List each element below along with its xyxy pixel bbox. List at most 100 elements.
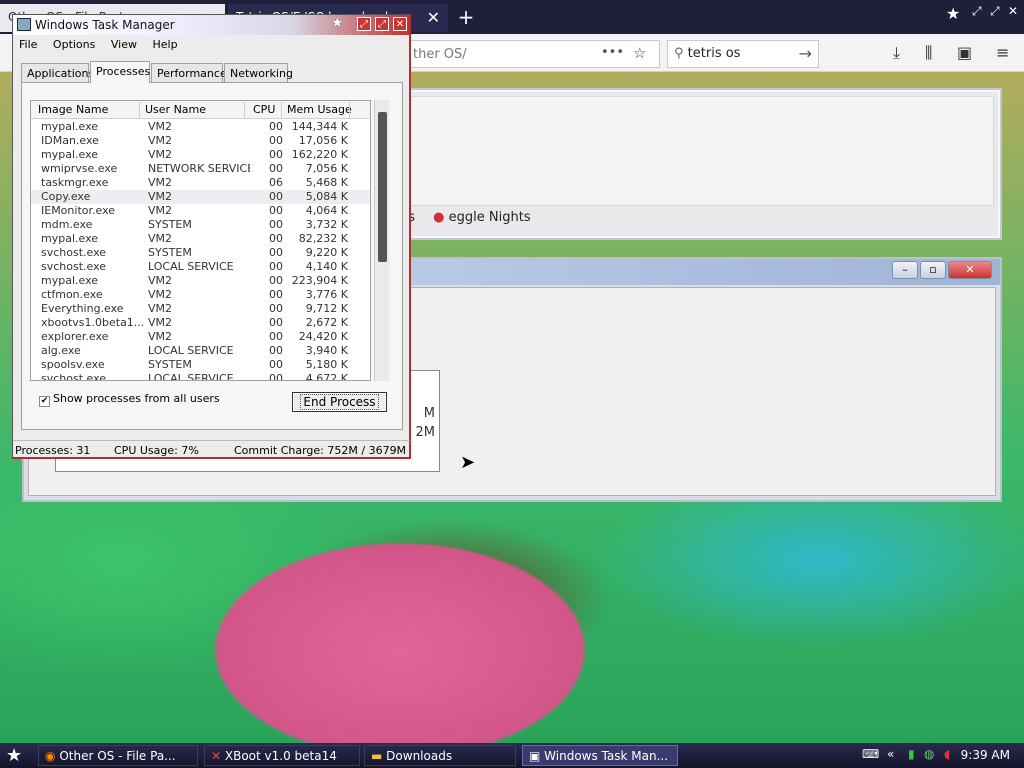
close-tab-icon[interactable]: ✕ xyxy=(427,8,440,27)
table-row[interactable]: mdm.exe SYSTEM 00 3,732 K xyxy=(31,218,370,232)
search-box[interactable]: ⚲ tetris os → xyxy=(667,40,819,68)
menu-view[interactable]: View xyxy=(105,36,143,53)
taskbar-item-browser[interactable]: ◉ Other OS - File Pa... xyxy=(38,745,198,766)
download-icon[interactable]: ⤓ xyxy=(893,43,900,63)
mouse-cursor-icon: ➤ xyxy=(460,452,476,473)
process-mem-cell: 3,732 K xyxy=(305,218,348,231)
table-row[interactable]: mypal.exe VM2 00 162,220 K xyxy=(31,148,370,162)
table-row[interactable]: svchost.exe LOCAL SERVICE 00 4,672 K xyxy=(31,372,370,381)
end-process-button[interactable]: End Process xyxy=(292,392,387,412)
search-input[interactable]: tetris os xyxy=(688,46,741,61)
menu-bar: File Options View Help xyxy=(13,36,409,54)
close-icon[interactable]: ✕ xyxy=(393,17,407,31)
tab-performance[interactable]: Performance xyxy=(151,63,227,82)
taskbar-item-downloads[interactable]: ▬ Downloads xyxy=(364,745,516,766)
bookmark-star-icon[interactable]: ☆ xyxy=(633,44,646,62)
table-row[interactable]: spoolsv.exe SYSTEM 00 5,180 K xyxy=(31,358,370,372)
process-cpu-cell: 00 xyxy=(269,358,283,371)
table-row[interactable]: xbootvs1.0beta1... VM2 00 2,672 K xyxy=(31,316,370,330)
tab-strip: Applications Processes Performance Netwo… xyxy=(21,61,401,83)
maximize-icon[interactable]: ⤢ xyxy=(990,4,1000,19)
column-divider[interactable] xyxy=(139,102,140,118)
table-row[interactable]: Copy.exe VM2 00 5,084 K xyxy=(31,190,370,204)
column-user-name[interactable]: User Name xyxy=(145,103,206,116)
address-bar[interactable]: ther OS/ ••• ☆ xyxy=(410,40,660,68)
menu-icon[interactable]: ≡ xyxy=(996,43,1009,62)
column-divider[interactable] xyxy=(281,102,282,118)
table-row[interactable]: svchost.exe SYSTEM 00 9,220 K xyxy=(31,246,370,260)
tab-applications[interactable]: Applications xyxy=(21,63,94,82)
tab-networking[interactable]: Networking xyxy=(224,63,293,82)
tab-processes[interactable]: Processes xyxy=(90,61,150,83)
start-button-star-icon[interactable]: ★ xyxy=(6,745,22,766)
minimize-icon[interactable]: ⤢ xyxy=(357,17,371,31)
column-image-name[interactable]: Image Name xyxy=(38,103,108,116)
process-name-cell: mypal.exe xyxy=(41,274,99,287)
table-row[interactable]: IDMan.exe VM2 00 17,056 K xyxy=(31,134,370,148)
new-tab-icon[interactable]: + xyxy=(452,4,480,32)
process-list-scrollbar[interactable] xyxy=(374,100,389,381)
show-all-processes-checkbox[interactable]: ✔ Show processes from all users xyxy=(39,392,220,407)
clock[interactable]: 9:39 AM xyxy=(961,748,1010,762)
scrollbar-thumb[interactable] xyxy=(378,112,387,262)
task-manager-icon: ▣ xyxy=(529,749,541,763)
close-icon[interactable]: ✕ xyxy=(1008,4,1018,18)
keyboard-icon[interactable]: ⌨ xyxy=(862,747,879,761)
close-button[interactable]: ✕ xyxy=(948,261,992,279)
process-user-cell: VM2 xyxy=(148,148,173,161)
process-cpu-cell: 00 xyxy=(269,316,283,329)
process-user-cell: LOCAL SERVICE xyxy=(148,372,234,381)
task-manager-titlebar[interactable]: Windows Task Manager ★ ⤢ ⤢ ✕ xyxy=(13,15,409,35)
tray-expand-icon[interactable]: « xyxy=(887,747,894,761)
column-cpu[interactable]: CPU xyxy=(253,103,275,116)
minimize-icon[interactable]: ⤢ xyxy=(972,4,982,19)
maximize-icon[interactable]: ⤢ xyxy=(375,17,389,31)
tray-app-icon[interactable]: ▮ xyxy=(908,747,915,761)
taskbar: ★ ◉ Other OS - File Pa... ✕ XBoot v1.0 b… xyxy=(0,743,1024,768)
sidebar-icon[interactable]: ▣ xyxy=(957,43,972,62)
process-user-cell: SYSTEM xyxy=(148,218,192,231)
status-bar: Processes: 31 CPU Usage: 7% Commit Charg… xyxy=(13,440,410,458)
column-divider[interactable] xyxy=(244,102,245,118)
taskbar-item-task-manager[interactable]: ▣ Windows Task Man... xyxy=(522,745,678,766)
table-row[interactable]: mypal.exe VM2 00 223,904 K xyxy=(31,274,370,288)
library-icon[interactable]: ⫼ xyxy=(925,43,932,63)
process-name-cell: Everything.exe xyxy=(41,302,124,315)
volume-icon[interactable]: ◖ xyxy=(944,747,950,761)
folder-icon: ▬ xyxy=(371,749,383,763)
arrow-right-icon[interactable]: → xyxy=(799,44,812,63)
menu-help[interactable]: Help xyxy=(146,36,183,53)
column-mem-usage[interactable]: Mem Usage xyxy=(287,103,352,116)
table-row[interactable]: explorer.exe VM2 00 24,420 K xyxy=(31,330,370,344)
process-name-cell: IDMan.exe xyxy=(41,134,99,147)
network-icon[interactable]: ◍ xyxy=(924,747,934,761)
maximize-button[interactable]: ▫ xyxy=(920,261,946,279)
process-user-cell: VM2 xyxy=(148,274,173,287)
process-mem-cell: 3,940 K xyxy=(305,344,348,357)
table-row[interactable]: wmiprvse.exe NETWORK SERVICE 00 7,056 K xyxy=(31,162,370,176)
table-row[interactable]: mypal.exe VM2 00 144,344 K xyxy=(31,120,370,134)
background-dialog-text: 2M xyxy=(415,425,436,440)
table-row[interactable]: alg.exe LOCAL SERVICE 00 3,940 K xyxy=(31,344,370,358)
taskbar-item-label: Windows Task Man... xyxy=(544,749,669,763)
table-row[interactable]: IEMonitor.exe VM2 00 4,064 K xyxy=(31,204,370,218)
table-row[interactable]: mypal.exe VM2 00 82,232 K xyxy=(31,232,370,246)
table-row[interactable]: taskmgr.exe VM2 06 5,468 K xyxy=(31,176,370,190)
more-options-icon[interactable]: ••• xyxy=(601,45,624,60)
background-dialog-text: M xyxy=(423,406,435,421)
process-user-cell: LOCAL SERVICE xyxy=(148,344,234,357)
minimize-button[interactable]: – xyxy=(892,261,918,279)
checkbox-check-icon[interactable]: ✔ xyxy=(39,396,50,407)
process-cpu-cell: 00 xyxy=(269,274,283,287)
column-divider[interactable] xyxy=(349,102,350,118)
menu-options[interactable]: Options xyxy=(47,36,101,53)
table-row[interactable]: svchost.exe LOCAL SERVICE 00 4,140 K xyxy=(31,260,370,274)
menu-file[interactable]: File xyxy=(13,36,43,53)
process-mem-cell: 82,232 K xyxy=(298,232,348,245)
table-row[interactable]: ctfmon.exe VM2 00 3,776 K xyxy=(31,288,370,302)
taskbar-item-xboot[interactable]: ✕ XBoot v1.0 beta14 xyxy=(204,745,360,766)
bookmark-item-peggle[interactable]: eggle Nights xyxy=(449,210,531,225)
process-list[interactable]: Image Name User Name CPU Mem Usage mypal… xyxy=(30,100,371,381)
process-cpu-cell: 00 xyxy=(269,344,283,357)
table-row[interactable]: Everything.exe VM2 00 9,712 K xyxy=(31,302,370,316)
